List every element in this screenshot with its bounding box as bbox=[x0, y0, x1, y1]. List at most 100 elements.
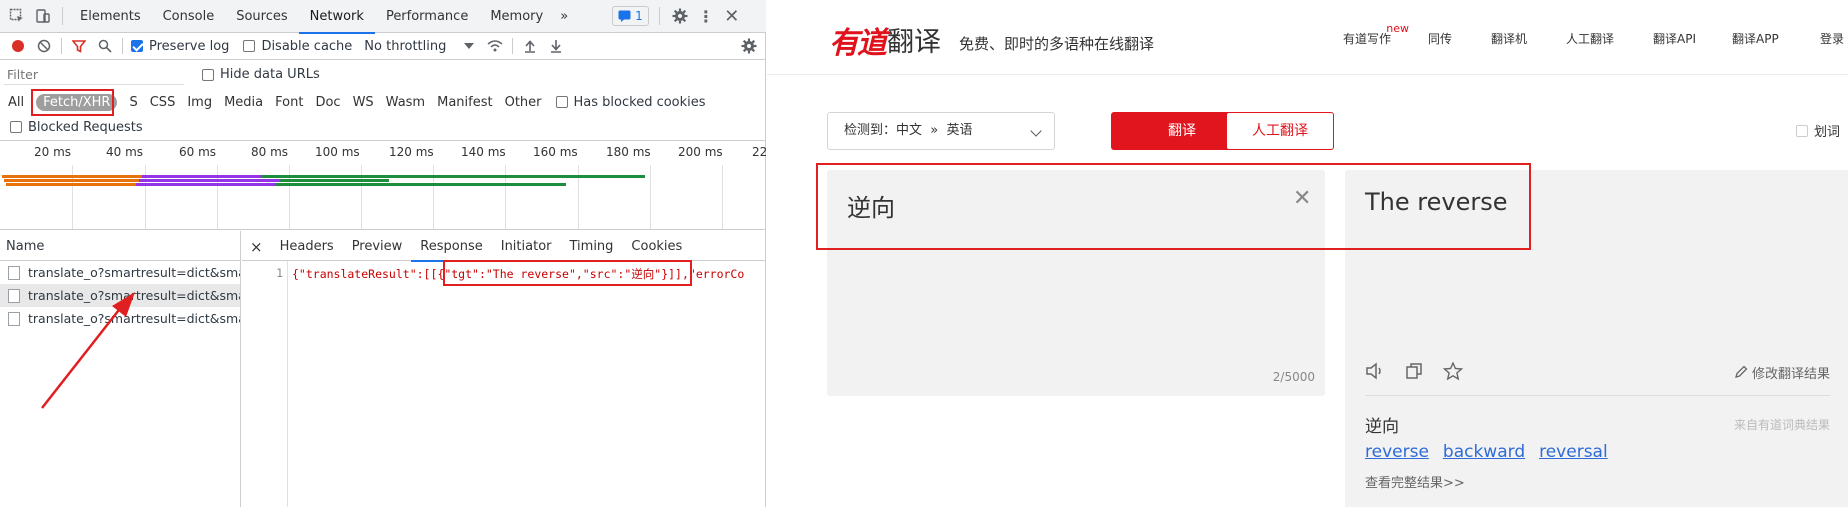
highlight-word-checkbox[interactable] bbox=[1796, 124, 1808, 137]
human-translate-button[interactable]: 人工翻译 bbox=[1226, 112, 1334, 150]
tick-label: 120 ms bbox=[389, 145, 434, 159]
issues-badge[interactable]: 1 bbox=[612, 6, 649, 26]
more-results-link[interactable]: 查看完整结果>> bbox=[1365, 472, 1465, 491]
tab-preview[interactable]: Preview bbox=[343, 231, 412, 261]
nav-label: 有道写作 bbox=[1343, 32, 1392, 46]
preserve-log-checkbox[interactable] bbox=[131, 40, 143, 52]
copy-icon[interactable] bbox=[1405, 362, 1423, 380]
disable-cache-checkbox[interactable] bbox=[243, 40, 256, 52]
annotation-arrow bbox=[41, 292, 135, 409]
kebab-menu-icon[interactable]: ⋮ bbox=[696, 7, 716, 26]
dictionary-link[interactable]: reverse bbox=[1365, 442, 1429, 462]
tab-performance[interactable]: Performance bbox=[375, 0, 479, 33]
response-body[interactable]: 1 {"translateResult":[[{"tgt":"The rever… bbox=[242, 261, 766, 507]
chevron-down-icon bbox=[1030, 125, 1042, 137]
tab-cookies[interactable]: Cookies bbox=[622, 231, 691, 261]
network-conditions-icon[interactable] bbox=[486, 39, 504, 53]
more-tabs-button[interactable]: » bbox=[554, 0, 574, 33]
result-toolbar bbox=[1365, 362, 1463, 380]
network-toolbar: Preserve log Disable cache No throttling bbox=[0, 33, 766, 60]
tab-elements[interactable]: Elements bbox=[69, 0, 152, 33]
type-media[interactable]: Media bbox=[218, 95, 269, 110]
language-select[interactable]: 检测到：中文 » 英语 bbox=[827, 112, 1055, 150]
logo-youdao[interactable]: 有道 bbox=[829, 18, 887, 62]
type-img[interactable]: Img bbox=[181, 95, 218, 110]
highlight-word-toggle[interactable]: 划词 bbox=[1796, 121, 1840, 140]
search-icon[interactable] bbox=[96, 39, 114, 53]
nav-interpretation[interactable]: 同传 bbox=[1428, 30, 1452, 47]
blocked-requests-row: Blocked Requests bbox=[0, 115, 766, 139]
export-har-icon[interactable] bbox=[547, 39, 565, 53]
document-icon bbox=[8, 288, 20, 303]
tab-sources[interactable]: Sources bbox=[225, 0, 298, 33]
nav-login[interactable]: 登录 bbox=[1820, 30, 1844, 47]
tab-timing[interactable]: Timing bbox=[561, 231, 623, 261]
clear-icon[interactable] bbox=[35, 39, 53, 53]
dictionary-link[interactable]: backward bbox=[1443, 442, 1525, 462]
pencil-icon bbox=[1735, 365, 1748, 378]
speaker-icon[interactable] bbox=[1365, 362, 1385, 380]
close-detail-button[interactable]: × bbox=[242, 231, 271, 261]
throttling-select[interactable]: No throttling bbox=[364, 39, 475, 54]
tab-console[interactable]: Console bbox=[152, 0, 226, 33]
tick-label: 80 ms bbox=[251, 145, 289, 159]
filter-row: Hide data URLs bbox=[0, 60, 766, 89]
language-select-value: 检测到：中文 » 英语 bbox=[844, 123, 973, 138]
filter-icon[interactable] bbox=[70, 39, 88, 53]
type-wasm[interactable]: Wasm bbox=[380, 95, 431, 110]
type-other[interactable]: Other bbox=[499, 95, 548, 110]
annotation-box-translation bbox=[816, 163, 1531, 250]
type-font[interactable]: Font bbox=[269, 95, 309, 110]
waterfall-bar bbox=[276, 183, 566, 186]
inspect-element-icon[interactable] bbox=[4, 8, 30, 24]
type-manifest[interactable]: Manifest bbox=[431, 95, 498, 110]
has-blocked-cookies-checkbox[interactable] bbox=[555, 96, 568, 108]
highlight-word-label: 划词 bbox=[1814, 125, 1841, 140]
edit-translation-link[interactable]: 修改翻译结果 bbox=[1735, 363, 1830, 382]
nav-writing[interactable]: 有道写作 new bbox=[1343, 22, 1409, 47]
filter-input[interactable] bbox=[4, 64, 184, 85]
tick-label: 100 ms bbox=[315, 145, 360, 159]
dictionary-source-note: 来自有道词典结果 bbox=[1733, 418, 1830, 432]
tab-initiator[interactable]: Initiator bbox=[492, 231, 561, 261]
star-icon[interactable] bbox=[1443, 362, 1463, 380]
youdao-translate-page: 有道 翻译 免费、即时的多语种在线翻译 有道写作 new 同传 翻译机 人工翻译 … bbox=[767, 0, 1848, 507]
hide-data-urls-label: Hide data URLs bbox=[220, 67, 320, 82]
nav-human-translation[interactable]: 人工翻译 bbox=[1566, 30, 1614, 47]
close-devtools-icon[interactable]: ✕ bbox=[722, 6, 742, 27]
hide-data-urls-checkbox[interactable] bbox=[202, 68, 214, 81]
waterfall-bar bbox=[262, 175, 645, 178]
record-icon[interactable] bbox=[9, 39, 27, 53]
type-ws[interactable]: WS bbox=[347, 95, 380, 110]
character-count: 2/5000 bbox=[1272, 370, 1315, 384]
nav-translate-api[interactable]: 翻译API bbox=[1653, 30, 1696, 47]
toolbar-divider bbox=[512, 38, 514, 54]
tab-network[interactable]: Network bbox=[298, 0, 376, 34]
waterfall-bar bbox=[139, 179, 279, 182]
type-css[interactable]: CSS bbox=[144, 95, 182, 110]
name-column-header[interactable]: Name bbox=[0, 231, 240, 261]
import-har-icon[interactable] bbox=[521, 39, 539, 53]
waterfall-bar bbox=[136, 183, 276, 186]
type-all[interactable]: All bbox=[2, 95, 30, 110]
tab-response[interactable]: Response bbox=[411, 231, 493, 262]
nav-translate-app[interactable]: 翻译APP bbox=[1732, 30, 1779, 47]
type-doc[interactable]: Doc bbox=[309, 95, 346, 110]
type-js[interactable]: S bbox=[123, 95, 143, 110]
toolbar-divider bbox=[62, 7, 63, 25]
settings-gear-icon[interactable] bbox=[670, 8, 690, 24]
network-settings-gear-icon[interactable] bbox=[740, 38, 758, 54]
tab-headers[interactable]: Headers bbox=[271, 231, 343, 261]
tab-memory[interactable]: Memory bbox=[479, 0, 554, 33]
nav-translator-device[interactable]: 翻译机 bbox=[1491, 30, 1527, 47]
dictionary-headword: 逆向 bbox=[1365, 417, 1399, 437]
device-toolbar-icon[interactable] bbox=[30, 8, 56, 24]
blocked-requests-checkbox[interactable] bbox=[10, 121, 22, 133]
tick-label: 40 ms bbox=[106, 145, 144, 159]
logo-fanyi[interactable]: 翻译 bbox=[887, 20, 941, 59]
message-icon bbox=[618, 10, 631, 22]
timeline-overview[interactable]: 20 ms 40 ms 60 ms 80 ms 100 ms 120 ms 14… bbox=[0, 140, 767, 230]
grid-line bbox=[722, 165, 723, 229]
dictionary-link[interactable]: reversal bbox=[1539, 442, 1608, 462]
request-row[interactable]: translate_o?smartresult=dict&sma... bbox=[0, 261, 240, 284]
